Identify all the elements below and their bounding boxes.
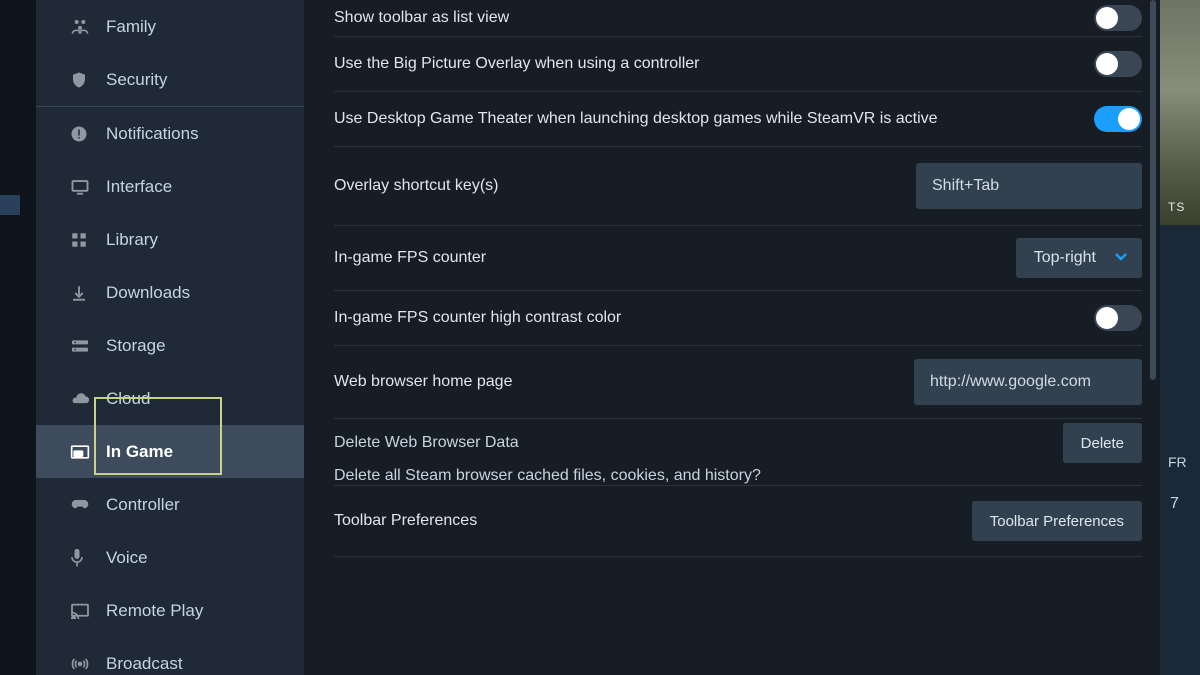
sidebar-item-label: Family — [100, 17, 156, 37]
setting-row-desktop-theater: Use Desktop Game Theater when launching … — [334, 92, 1142, 146]
chevron-down-icon — [1114, 249, 1128, 267]
sidebar-item-label: Storage — [100, 336, 166, 356]
toggle-show-toolbar-list[interactable] — [1094, 5, 1142, 31]
controller-icon — [70, 498, 100, 512]
family-icon — [70, 17, 100, 37]
background-text-fr: FR — [1168, 454, 1187, 470]
setting-label: Web browser home page — [334, 371, 914, 393]
microphone-icon — [70, 548, 100, 568]
window-left-gutter — [0, 0, 36, 675]
sidebar-item-in-game[interactable]: In Game — [36, 425, 304, 478]
sidebar-item-label: Cloud — [100, 389, 150, 409]
setting-row-show-toolbar-list: Show toolbar as list view — [334, 0, 1142, 36]
broadcast-icon — [70, 656, 100, 672]
sidebar-item-downloads[interactable]: Downloads — [36, 266, 304, 319]
setting-label: Toolbar Preferences — [334, 510, 972, 532]
toggle-big-picture-overlay[interactable] — [1094, 51, 1142, 77]
setting-label: Use Desktop Game Theater when launching … — [334, 108, 1094, 130]
storage-icon — [70, 338, 100, 354]
setting-label: Overlay shortcut key(s) — [334, 175, 916, 197]
fps-counter-dropdown[interactable]: Top-right — [1016, 238, 1142, 278]
setting-label: Show toolbar as list view — [334, 7, 1094, 29]
overlay-shortcut-input[interactable] — [916, 163, 1142, 209]
sidebar-item-storage[interactable]: Storage — [36, 319, 304, 372]
setting-row-delete-browser-data: Delete Web Browser Data Delete Delete al… — [334, 419, 1142, 485]
sidebar-item-interface[interactable]: Interface — [36, 160, 304, 213]
background-game-image — [1160, 0, 1200, 225]
setting-row-fps-counter: In-game FPS counter Top-right — [334, 226, 1142, 290]
setting-label: Use the Big Picture Overlay when using a… — [334, 53, 1094, 75]
background-text-seven: 7 — [1170, 495, 1179, 513]
sidebar-item-notifications[interactable]: Notifications — [36, 107, 304, 160]
setting-label: Delete Web Browser Data — [334, 434, 519, 452]
alert-icon — [70, 125, 100, 143]
sidebar-item-controller[interactable]: Controller — [36, 478, 304, 531]
toggle-desktop-theater[interactable] — [1094, 106, 1142, 132]
overlay-icon — [70, 444, 100, 460]
background-tab-stub — [0, 195, 20, 215]
sidebar-item-label: Controller — [100, 495, 180, 515]
monitor-icon — [70, 178, 100, 196]
toolbar-preferences-button[interactable]: Toolbar Preferences — [972, 501, 1142, 541]
sidebar-item-label: Voice — [100, 548, 148, 568]
background-window-strip: TS FR 7 — [1160, 0, 1200, 675]
homepage-input[interactable] — [914, 359, 1142, 405]
settings-sidebar: Family Security Notifications Interface — [36, 0, 304, 675]
setting-row-big-picture-overlay: Use the Big Picture Overlay when using a… — [334, 37, 1142, 91]
download-icon — [70, 284, 100, 302]
dropdown-value: Top-right — [1034, 249, 1096, 267]
toggle-fps-high-contrast[interactable] — [1094, 305, 1142, 331]
sidebar-item-label: Remote Play — [100, 601, 203, 621]
sidebar-item-broadcast[interactable]: Broadcast — [36, 637, 304, 675]
sidebar-item-label: Notifications — [100, 124, 199, 144]
setting-label: In-game FPS counter — [334, 247, 1016, 269]
sidebar-item-library[interactable]: Library — [36, 213, 304, 266]
delete-browser-data-button[interactable]: Delete — [1063, 423, 1142, 463]
setting-row-homepage: Web browser home page — [334, 346, 1142, 418]
sidebar-item-label: Security — [100, 70, 167, 90]
setting-sublabel: Delete all Steam browser cached files, c… — [334, 467, 1142, 485]
sidebar-item-security[interactable]: Security — [36, 53, 304, 106]
sidebar-item-label: In Game — [100, 442, 173, 462]
scrollbar-thumb[interactable] — [1150, 0, 1156, 380]
shield-icon — [70, 70, 100, 90]
content-scrollbar[interactable] — [1150, 0, 1156, 675]
setting-row-toolbar-prefs: Toolbar Preferences Toolbar Preferences — [334, 486, 1142, 556]
sidebar-item-cloud[interactable]: Cloud — [36, 372, 304, 425]
sidebar-item-remote-play[interactable]: Remote Play — [36, 584, 304, 637]
setting-row-fps-high-contrast: In-game FPS counter high contrast color — [334, 291, 1142, 345]
background-text-ts: TS — [1168, 200, 1185, 214]
sidebar-item-family[interactable]: Family — [36, 0, 304, 53]
sidebar-item-label: Interface — [100, 177, 172, 197]
setting-label: In-game FPS counter high contrast color — [334, 307, 1094, 329]
setting-row-overlay-shortcut: Overlay shortcut key(s) — [334, 147, 1142, 225]
sidebar-item-label: Broadcast — [100, 654, 183, 674]
row-separator — [334, 556, 1142, 557]
cast-icon — [70, 603, 100, 619]
sidebar-item-label: Downloads — [100, 283, 190, 303]
settings-content-panel: Show toolbar as list view Use the Big Pi… — [304, 0, 1160, 675]
sidebar-item-voice[interactable]: Voice — [36, 531, 304, 584]
cloud-icon — [70, 391, 100, 407]
grid-icon — [70, 231, 100, 249]
sidebar-item-label: Library — [100, 230, 158, 250]
